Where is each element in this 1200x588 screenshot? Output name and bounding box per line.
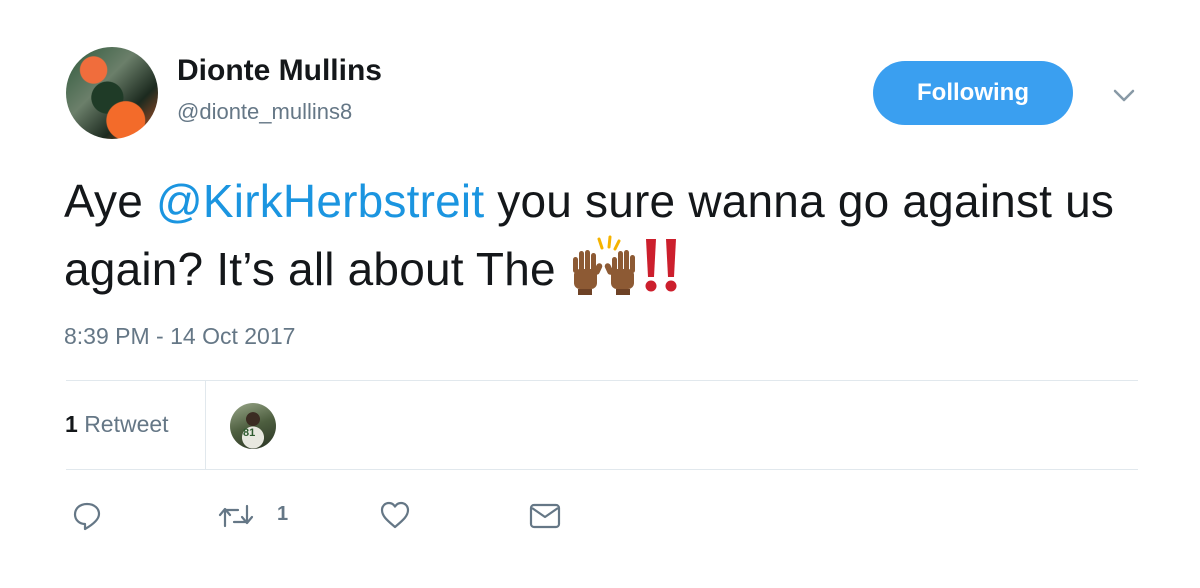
retweet-count: 1 [277, 503, 289, 525]
following-button[interactable]: Following [873, 61, 1073, 125]
tweet-text: Aye @KirkHerbstreit you sure wanna go ag… [64, 168, 1124, 303]
user-display-name[interactable]: Dionte Mullins [177, 54, 382, 88]
retweet-icon[interactable] [216, 502, 256, 530]
chevron-down-icon[interactable] [1110, 83, 1138, 107]
retweeter-jersey: 81 [243, 427, 256, 439]
retweeter-avatar[interactable]: 81 [230, 403, 276, 449]
raising-hands-emoji [572, 235, 635, 295]
reply-icon[interactable] [72, 501, 102, 531]
divider [66, 469, 1138, 470]
following-button-label: Following [917, 79, 1029, 106]
mention-link[interactable]: @KirkHerbstreit [156, 175, 484, 227]
tweet-text-before: Aye [64, 175, 157, 227]
heart-icon[interactable] [379, 500, 411, 530]
double-exclamation-emoji [645, 239, 677, 292]
divider [66, 380, 1138, 381]
user-avatar[interactable] [66, 47, 158, 139]
retweet-stat-count: 1 [65, 411, 78, 437]
stat-divider [205, 381, 206, 469]
tweet-timestamp[interactable]: 8:39 PM - 14 Oct 2017 [64, 323, 295, 350]
retweet-stat[interactable]: 1 Retweet [65, 411, 169, 438]
envelope-icon[interactable] [528, 502, 562, 530]
retweet-stat-label: Retweet [84, 411, 169, 437]
user-handle[interactable]: @dionte_mullins8 [177, 99, 352, 125]
